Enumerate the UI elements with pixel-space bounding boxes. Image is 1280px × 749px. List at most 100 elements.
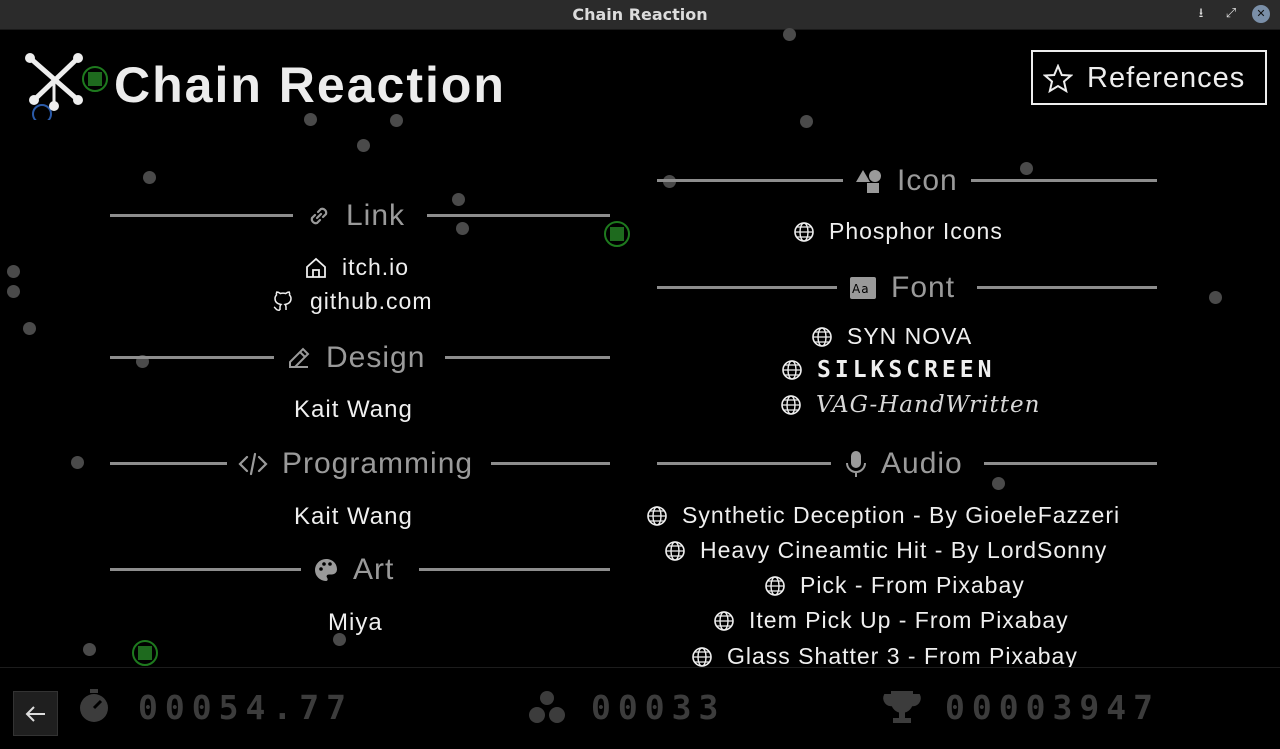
particle-dot [304,113,317,126]
particle-dot [992,477,1005,490]
particle-dot [800,115,813,128]
section-design: Design [110,341,610,374]
particle-dot [71,456,84,469]
section-header: Art [313,553,394,587]
count-display: 00033 [591,688,726,727]
stopwatch-icon [80,689,108,722]
globe-icon [794,221,814,242]
section-header: Design [286,341,425,375]
divider [419,568,610,571]
credit-label: Item Pick Up - From Pixabay [749,607,1069,633]
globe-icon [812,326,832,347]
divider [110,568,301,571]
font-credit-silkscreen[interactable]: SILKSCREEN [781,357,995,383]
credit-label: SYN NOVA [847,323,973,349]
divider [977,286,1157,289]
references-button[interactable]: References [1031,50,1267,105]
divider [657,286,837,289]
arrow-left-icon [25,706,45,722]
link-itch[interactable]: itch.io [304,254,409,281]
font-credit-vag[interactable]: VAG-HandWritten [780,392,1040,418]
particle-dot [83,643,96,656]
trophy-icon [883,691,921,723]
maximize-icon[interactable]: ⤢ [1222,5,1240,23]
section-header: Audio [845,447,963,481]
section-title: Audio [881,447,963,480]
section-title: Link [346,199,406,232]
score-display: 00003947 [945,688,1160,727]
font-credit-synnova[interactable]: SYN NOVA [811,323,972,350]
particle-dot [357,139,370,152]
globe-icon [692,646,712,667]
particle-dot [783,28,796,41]
font-icon: Aa [850,277,876,299]
section-art: Art [110,553,610,586]
credit-label: Glass Shatter 3 - From Pixabay [727,643,1078,669]
audio-credit[interactable]: Synthetic Deception - By GioeleFazzeri [646,502,1120,529]
globe-icon [782,360,802,380]
divider [445,356,610,359]
link-label: github.com [310,288,433,314]
section-programming: Programming [110,447,610,480]
divider [657,179,843,182]
section-header: Programming [238,447,473,481]
particle-dot [390,114,403,127]
section-title: Programming [282,447,474,480]
credit-label: VAG-HandWritten [816,392,1041,418]
divider [110,356,274,359]
section-header: Aa Font [849,271,955,305]
audio-credit[interactable]: Glass Shatter 3 - From Pixabay [691,643,1078,670]
globe-icon [714,610,734,631]
divider [971,179,1157,182]
star-icon [1043,64,1073,94]
window-title: Chain Reaction [572,5,708,24]
particle-dot [7,285,20,298]
divider [657,462,831,465]
close-icon[interactable]: ✕ [1252,5,1270,23]
globe-icon [765,575,785,596]
programming-credit: Kait Wang [294,503,413,530]
back-button[interactable] [13,691,58,736]
audio-credit[interactable]: Pick - From Pixabay [764,572,1025,599]
design-credit: Kait Wang [294,396,413,423]
section-title: Font [891,271,956,304]
globe-icon [665,540,685,561]
chain-reaction-logo [25,53,83,120]
minimize-icon[interactable]: ⭳ [1192,5,1210,23]
globe-icon [647,505,667,526]
code-icon [238,452,268,476]
art-credit: Miya [328,609,383,636]
section-title: Icon [897,164,958,197]
shapes-icon [856,170,881,193]
section-font: Aa Font [657,271,1157,304]
pencil-icon [289,347,310,368]
link-github[interactable]: github.com [272,288,433,315]
particles-icon [529,691,565,723]
palette-icon [315,559,337,581]
divider [984,462,1157,465]
house-icon [306,257,326,278]
section-audio: Audio [657,447,1157,480]
credit-label: SILKSCREEN [817,357,996,383]
timer-display: 00054.77 [138,688,353,727]
audio-credit[interactable]: Item Pick Up - From Pixabay [713,607,1069,634]
particle-dot [23,322,36,335]
divider [491,462,610,465]
app-title: Chain Reaction [114,57,506,113]
github-icon [273,290,292,311]
particle-dot [7,265,20,278]
section-icon: Icon [657,164,1157,197]
section-title: Design [326,341,426,374]
credit-label: Heavy Cineamtic Hit - By LordSonny [700,537,1108,563]
link-label: itch.io [342,254,410,280]
section-title: Art [353,553,395,586]
svg-text:Aa: Aa [852,282,870,296]
credit-label: Phosphor Icons [829,218,1003,244]
audio-credit[interactable]: Heavy Cineamtic Hit - By LordSonny [664,537,1107,564]
globe-icon [781,395,801,415]
divider [110,462,227,465]
section-header: Link [306,199,405,233]
credit-label: Synthetic Deception - By GioeleFazzeri [682,502,1121,528]
icon-credit[interactable]: Phosphor Icons [793,218,1003,245]
divider [110,214,293,217]
